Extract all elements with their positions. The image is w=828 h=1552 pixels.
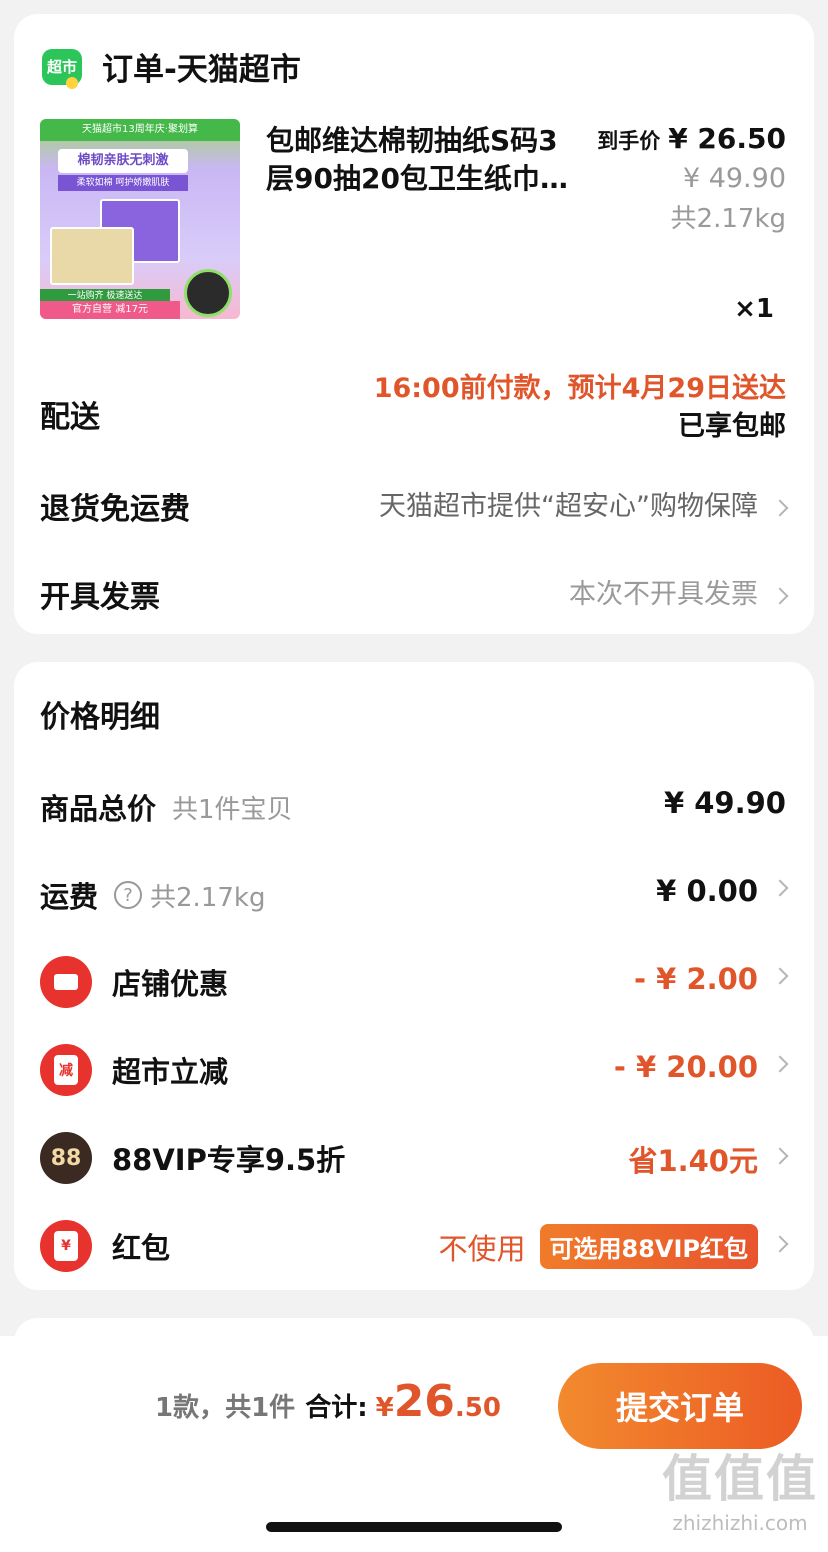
red-packet-label-row: ¥ 红包 — [40, 1220, 170, 1272]
store-name: 订单-天猫超市 — [102, 52, 301, 88]
red-envelope-icon: ¥ — [40, 1220, 92, 1272]
store-discount-label-row: 店铺优惠 — [40, 956, 228, 1008]
price-column: 到手价 ¥ 26.50 ¥ 49.90 共2.17kg — [597, 120, 786, 240]
tmall-cat-mascot-icon — [184, 269, 232, 317]
price-detail-card: 价格明细 商品总价 共1件宝贝 ¥ 49.90 运费 ? 共2.17kg ¥ 0… — [14, 662, 814, 1290]
submit-order-button[interactable]: 提交订单 — [558, 1363, 802, 1449]
final-price-label: 到手价 — [597, 129, 661, 153]
market-discount-label: 超市立减 — [112, 1055, 229, 1089]
order-card: 超市 订单-天猫超市 天猫超市13周年庆·聚划算 棉韧亲肤无刺激 柔软如棉 呵护… — [14, 14, 814, 634]
order-summary: 1款，共1件 合计: ¥ 26 .50 — [155, 1376, 501, 1427]
watermark-logo: 值值值 — [662, 1450, 818, 1508]
total-label: 合计: — [305, 1393, 368, 1423]
chevron-right-icon — [771, 967, 789, 985]
store-header: 超市 订单-天猫超市 — [42, 44, 301, 89]
vip-label-row: 88 88VIP专享9.5折 — [40, 1132, 345, 1184]
shipping-label: 运费 — [40, 880, 99, 914]
red-packet-row[interactable]: 不使用 可选用88VIP红包 — [438, 1224, 789, 1269]
total-decimal: .50 — [454, 1393, 501, 1423]
red-packet-label: 红包 — [112, 1231, 171, 1265]
red-packet-value: 不使用 — [438, 1231, 526, 1266]
vip-row[interactable]: 省1.40元 — [628, 1138, 789, 1180]
product-weight: 共2.17kg — [670, 204, 786, 234]
site-watermark: 值值值 zhizhizhi.com — [662, 1439, 818, 1535]
goods-total-label-row: 商品总价 共1件宝贝 — [40, 786, 293, 828]
goods-count: 共1件宝贝 — [172, 794, 293, 825]
goods-total-value: ¥ 49.90 — [663, 786, 786, 820]
tmall-supermarket-logo-icon: 超市 — [42, 48, 82, 89]
chevron-right-icon — [771, 1055, 789, 1073]
delivery-info: 16:00前付款，预计4月29日送达 已享包邮 — [374, 370, 786, 446]
price-detail-title: 价格明细 — [40, 700, 160, 735]
delivery-eta: 16:00前付款，预计4月29日送达 — [373, 373, 786, 404]
checkout-bar: 1款，共1件 合计: ¥ 26 .50 提交订单 值值值 zhizhizhi.c… — [0, 1336, 828, 1552]
market-discount-row[interactable]: - ¥ 20.00 — [613, 1050, 789, 1084]
invoice-row[interactable]: 本次不开具发票 — [569, 572, 789, 611]
total-currency: ¥ — [375, 1393, 394, 1423]
88vip-icon: 88 — [40, 1132, 92, 1184]
shipping-weight: 共2.17kg — [150, 882, 266, 913]
item-count: 1款，共1件 — [155, 1393, 296, 1423]
total-integer: 26 — [393, 1376, 455, 1427]
shipping-row[interactable]: ¥ 0.00 — [656, 874, 789, 908]
quantity[interactable]: ×1 — [734, 294, 774, 324]
product-image[interactable]: 天猫超市13周年庆·聚划算 棉韧亲肤无刺激 柔软如棉 呵护娇嫩肌肤 一站购齐 极… — [40, 119, 240, 319]
vip-saving: 省1.40元 — [628, 1144, 758, 1178]
product-image-headline: 棉韧亲肤无刺激 — [58, 149, 188, 173]
tissue-box-graphic — [50, 227, 134, 285]
chevron-right-icon — [771, 1235, 789, 1252]
invoice-value: 本次不开具发票 — [569, 579, 758, 610]
shipping-label-row: 运费 ? 共2.17kg — [40, 874, 265, 916]
watermark-url: zhizhizhi.com — [672, 1511, 808, 1535]
store-discount-row[interactable]: - ¥ 2.00 — [634, 962, 789, 996]
store-discount-value: - ¥ 2.00 — [634, 962, 758, 996]
chevron-right-icon — [771, 1147, 789, 1165]
product-image-bottom: 官方自营 减17元 — [40, 301, 180, 319]
delivery-label: 配送 — [40, 400, 100, 435]
returns-row[interactable]: 天猫超市提供“超安心”购物保障 — [379, 484, 789, 523]
returns-value: 天猫超市提供“超安心”购物保障 — [379, 491, 758, 522]
goods-total-label: 商品总价 — [40, 792, 157, 826]
market-discount-value: - ¥ 20.00 — [613, 1050, 758, 1084]
final-price: 到手价 ¥ 26.50 — [597, 120, 786, 160]
home-indicator[interactable] — [266, 1522, 562, 1532]
chevron-right-icon — [771, 587, 789, 604]
store-discount-label: 店铺优惠 — [112, 967, 229, 1001]
product-title[interactable]: 包邮维达棉韧抽纸S码3层90抽20包卫生纸巾家用实惠装 — [266, 122, 581, 198]
discount-can-icon: 减 — [40, 1044, 92, 1096]
market-discount-label-row: 减 超市立减 — [40, 1044, 228, 1096]
vip-red-packet-badge[interactable]: 可选用88VIP红包 — [539, 1224, 758, 1269]
product-image-subline: 柔软如棉 呵护娇嫩肌肤 — [58, 175, 188, 191]
vip-label: 88VIP专享9.5折 — [112, 1143, 346, 1177]
free-shipping-note: 已享包邮 — [678, 411, 786, 442]
shipping-value: ¥ 0.00 — [656, 874, 758, 908]
invoice-label: 开具发票 — [40, 580, 160, 615]
help-question-icon[interactable]: ? — [114, 881, 143, 909]
original-price: ¥ 49.90 — [682, 163, 786, 194]
chevron-right-icon — [771, 499, 789, 516]
coupon-icon — [40, 956, 92, 1008]
returns-label: 退货免运费 — [40, 492, 190, 527]
product-image-banner: 天猫超市13周年庆·聚划算 — [40, 119, 240, 141]
final-price-value: ¥ 26.50 — [668, 122, 786, 155]
chevron-right-icon — [771, 879, 789, 897]
